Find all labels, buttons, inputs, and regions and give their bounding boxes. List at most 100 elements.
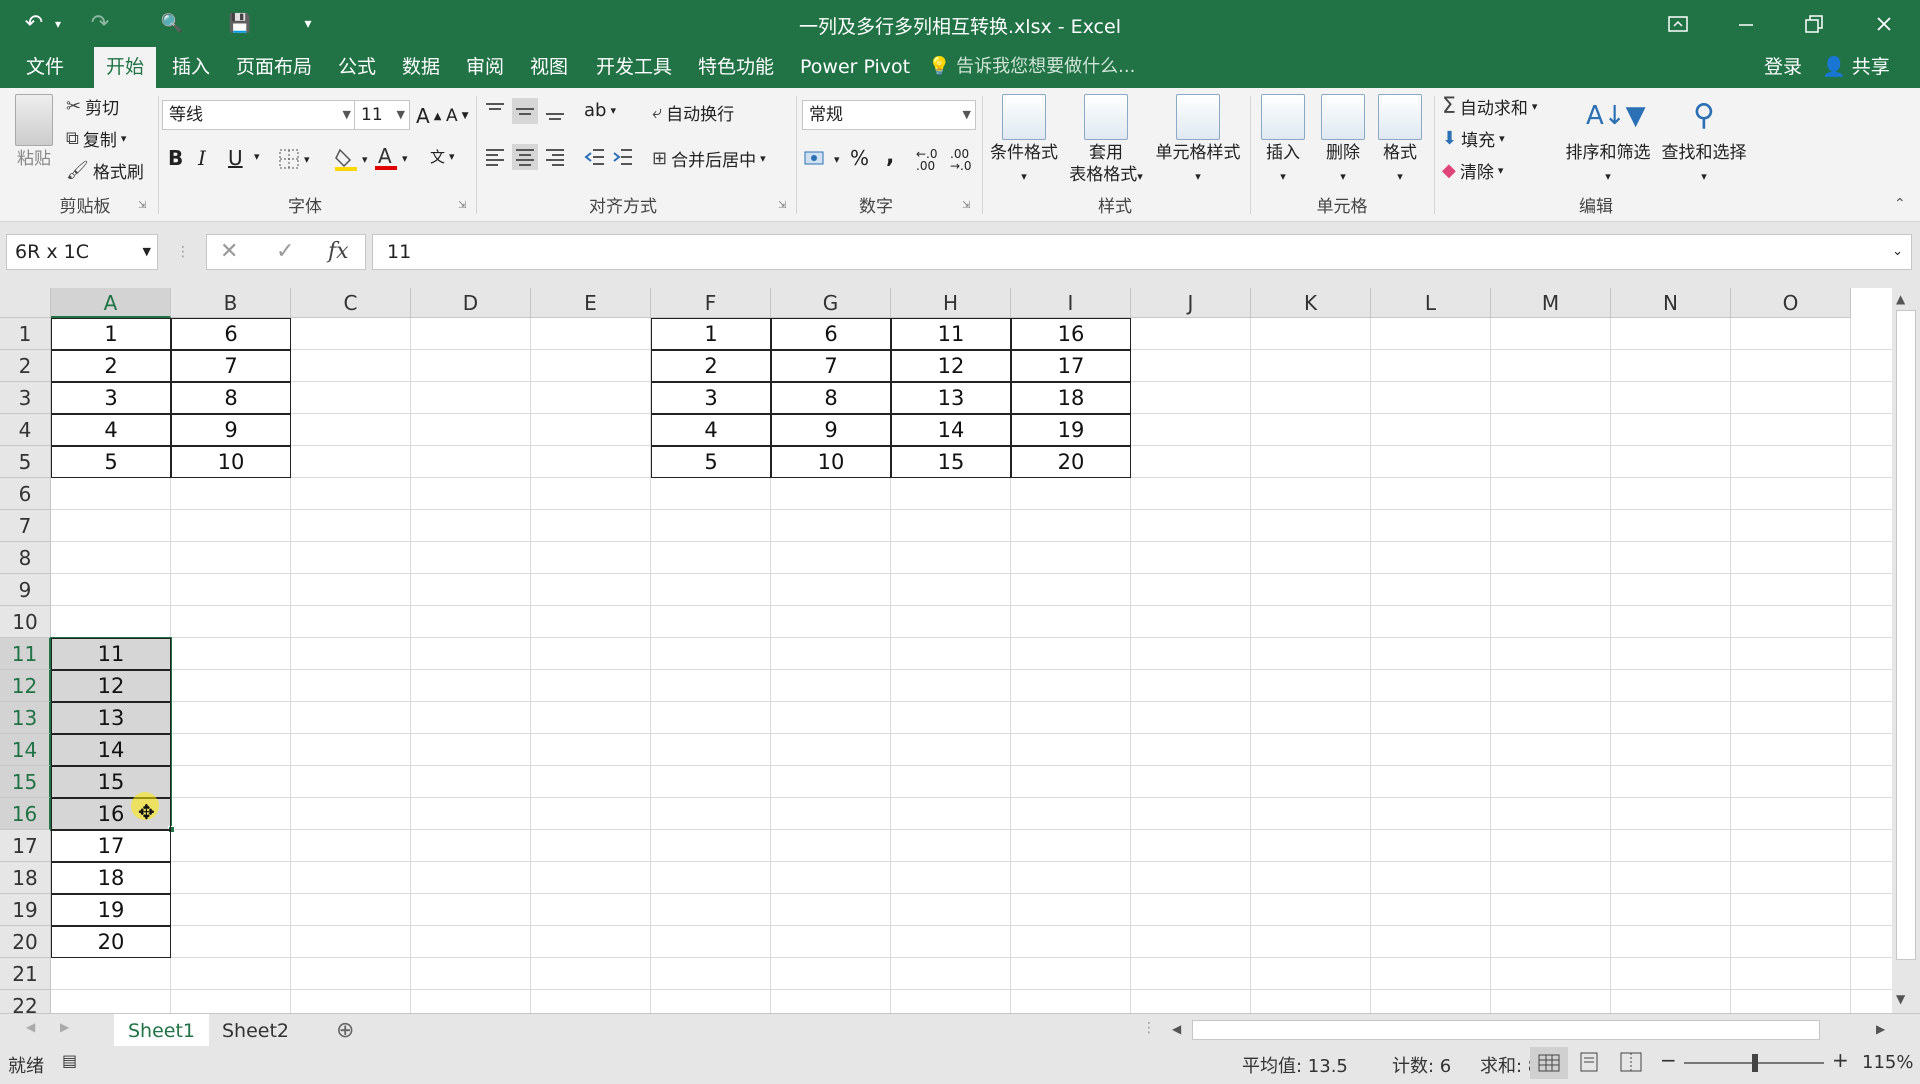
phonetic-icon[interactable]: 文 ▾: [430, 146, 455, 167]
tab-review[interactable]: 审阅: [454, 47, 516, 88]
italic-button[interactable]: I: [198, 146, 206, 170]
cell-i1[interactable]: 16: [1011, 318, 1131, 350]
row-header-9[interactable]: 9: [0, 574, 51, 606]
zoom-in-icon[interactable]: +: [1832, 1048, 1849, 1072]
login-link[interactable]: 登录: [1764, 47, 1802, 88]
cell-h2[interactable]: 12: [891, 350, 1011, 382]
align-center-icon[interactable]: [512, 144, 538, 170]
dialog-launcher-icon[interactable]: ⇲: [778, 200, 786, 211]
delete-cells-button[interactable]: 删除 ▾: [1314, 94, 1372, 188]
cell-f2[interactable]: 2: [651, 350, 771, 382]
conditional-formatting-button[interactable]: 条件格式 ▾: [984, 94, 1064, 188]
row-header-15[interactable]: 15: [0, 766, 51, 798]
cell-f4[interactable]: 4: [651, 414, 771, 446]
cell-g2[interactable]: 7: [771, 350, 891, 382]
page-layout-view-icon[interactable]: [1578, 1052, 1600, 1077]
column-header-j[interactable]: J: [1131, 288, 1251, 318]
scroll-right-sheets-icon[interactable]: ▶: [60, 1020, 69, 1034]
scroll-left-sheets-icon[interactable]: ◀: [26, 1020, 35, 1034]
tab-formulas[interactable]: 公式: [326, 47, 388, 88]
decrease-indent-icon[interactable]: [584, 146, 606, 168]
column-header-e[interactable]: E: [531, 288, 651, 318]
column-header-a[interactable]: A: [51, 288, 171, 318]
cell-a3[interactable]: 3: [51, 382, 171, 414]
autosum-button[interactable]: Σ 自动求和 ▾: [1442, 94, 1537, 119]
dialog-launcher-icon[interactable]: ⇲: [458, 200, 466, 211]
cell-g1[interactable]: 6: [771, 318, 891, 350]
select-all-corner[interactable]: [0, 288, 51, 318]
hscroll-right-icon[interactable]: ▶: [1876, 1022, 1885, 1036]
sheet-tab-sheet2[interactable]: Sheet2: [208, 1014, 303, 1050]
customize-quick-access-icon[interactable]: ▾: [290, 0, 326, 47]
cell-a19[interactable]: 19: [51, 894, 171, 926]
row-header-21[interactable]: 21: [0, 958, 51, 990]
column-header-g[interactable]: G: [771, 288, 891, 318]
zoom-slider-thumb[interactable]: [1752, 1054, 1758, 1072]
close-icon[interactable]: [1856, 0, 1912, 47]
dialog-launcher-icon[interactable]: ⇲: [138, 200, 146, 211]
row-header-6[interactable]: 6: [0, 478, 51, 510]
row-header-11[interactable]: 11: [0, 638, 51, 670]
insert-cells-button[interactable]: 插入 ▾: [1254, 94, 1312, 188]
chevron-down-icon[interactable]: ▾: [254, 150, 260, 163]
cell-b5[interactable]: 10: [171, 446, 291, 478]
cell-i3[interactable]: 18: [1011, 382, 1131, 414]
percent-button[interactable]: %: [850, 146, 869, 170]
number-format-combo[interactable]: 常规 ▼: [802, 100, 976, 130]
redo-icon[interactable]: ↷: [82, 0, 118, 47]
row-header-18[interactable]: 18: [0, 862, 51, 894]
split-handle-icon[interactable]: ⋮: [1142, 1020, 1156, 1036]
cell-a4[interactable]: 4: [51, 414, 171, 446]
cell-a15[interactable]: 15: [51, 766, 171, 798]
clear-button[interactable]: ◆ 清除 ▾: [1442, 158, 1503, 183]
ribbon-display-icon[interactable]: [1650, 0, 1706, 47]
bold-button[interactable]: B: [168, 146, 183, 170]
cell-a2[interactable]: 2: [51, 350, 171, 382]
minimize-icon[interactable]: [1718, 0, 1774, 47]
dialog-launcher-icon[interactable]: ⇲: [962, 200, 970, 211]
align-left-icon[interactable]: [484, 146, 506, 168]
cell-i5[interactable]: 20: [1011, 446, 1131, 478]
cut-button[interactable]: ✂ 剪切: [66, 94, 119, 119]
cell-i4[interactable]: 19: [1011, 414, 1131, 446]
cell-b1[interactable]: 6: [171, 318, 291, 350]
fill-color-icon[interactable]: ▾: [334, 146, 368, 172]
column-header-f[interactable]: F: [651, 288, 771, 318]
scroll-down-icon[interactable]: ▼: [1896, 992, 1905, 1006]
row-header-7[interactable]: 7: [0, 510, 51, 542]
cell-a12[interactable]: 12: [51, 670, 171, 702]
cell-b3[interactable]: 8: [171, 382, 291, 414]
cell-i2[interactable]: 17: [1011, 350, 1131, 382]
insert-function-icon[interactable]: fx: [328, 234, 349, 270]
font-name-combo[interactable]: 等线 ▼: [162, 100, 356, 130]
row-header-14[interactable]: 14: [0, 734, 51, 766]
format-cells-button[interactable]: 格式 ▾: [1372, 94, 1428, 188]
tab-home[interactable]: 开始: [94, 47, 157, 88]
page-break-view-icon[interactable]: [1620, 1052, 1642, 1077]
column-header-n[interactable]: N: [1611, 288, 1731, 318]
format-as-table-button[interactable]: 套用 表格格式▾: [1060, 94, 1152, 188]
hscroll-left-icon[interactable]: ◀: [1172, 1022, 1181, 1036]
font-color-icon[interactable]: A ▾: [374, 144, 408, 172]
cell-a17[interactable]: 17: [51, 830, 171, 862]
format-painter-button[interactable]: 🖌 格式刷: [66, 158, 144, 183]
increase-indent-icon[interactable]: [612, 146, 634, 168]
horizontal-scroll-thumb[interactable]: [1192, 1020, 1820, 1040]
row-header-5[interactable]: 5: [0, 446, 51, 478]
undo-dropdown-icon[interactable]: ▾: [48, 0, 68, 47]
comma-button[interactable]: ,: [886, 144, 894, 169]
tab-view[interactable]: 视图: [518, 47, 580, 88]
cell-b4[interactable]: 9: [171, 414, 291, 446]
column-header-h[interactable]: H: [891, 288, 1011, 318]
cell-a14[interactable]: 14: [51, 734, 171, 766]
decrease-decimal-icon[interactable]: .00 →.0: [950, 148, 972, 172]
increase-font-icon[interactable]: A ▲: [416, 104, 441, 128]
fill-button[interactable]: ⬇ 填充 ▾: [1442, 126, 1505, 151]
column-header-l[interactable]: L: [1371, 288, 1491, 318]
increase-decimal-icon[interactable]: ←.0.00: [916, 148, 938, 172]
column-header-c[interactable]: C: [291, 288, 411, 318]
row-header-3[interactable]: 3: [0, 382, 51, 414]
row-header-10[interactable]: 10: [0, 606, 51, 638]
zoom-level[interactable]: 115%: [1862, 1052, 1913, 1073]
decrease-font-icon[interactable]: A ▼: [446, 106, 469, 126]
